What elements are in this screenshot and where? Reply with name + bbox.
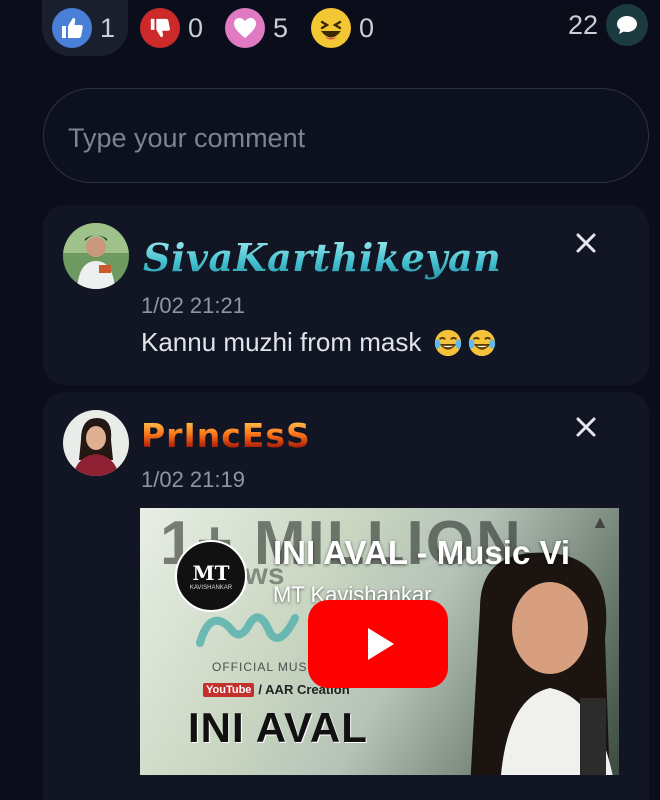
play-button[interactable]	[308, 600, 448, 688]
comment-input-box[interactable]	[43, 88, 649, 183]
comment-username[interactable]: SivaKarthikeyan	[143, 235, 501, 280]
comment-timestamp: 1/02 21:21	[141, 293, 245, 318]
thumbs-up-icon	[52, 8, 92, 48]
corner-logo: ▲	[591, 512, 609, 532]
laughing-crying-emoji-icon	[469, 329, 496, 356]
comment-body: Kannu muzhi from mask	[141, 327, 497, 358]
laughing-crying-emoji-icon	[435, 329, 462, 356]
comments-count-value: 22	[567, 9, 598, 40]
laughing-face-icon	[311, 8, 351, 48]
thumbnail-big-title: INI AVAL	[188, 704, 368, 751]
comments-panel: 1 0 5 0 22 Type your comment SivaKarthik…	[0, 0, 660, 800]
dislike-count: 0	[188, 12, 204, 43]
close-icon[interactable]	[573, 230, 599, 256]
love-count: 5	[273, 12, 289, 43]
comment-card: PrIncEsS 1/02 21:19 1+ MILLION Views OFF…	[43, 392, 649, 800]
video-title[interactable]: INI AVAL - Music Vi	[273, 534, 570, 572]
laugh-count: 0	[359, 12, 375, 43]
comment-username[interactable]: PrIncEsS	[141, 416, 311, 455]
channel-logo-text: MT	[192, 561, 230, 585]
avatar[interactable]	[63, 410, 129, 476]
comment-timestamp: 1/02 21:19	[141, 467, 245, 492]
video-embed[interactable]: 1+ MILLION Views OFFICIAL MUSIC V YouTub…	[140, 508, 619, 775]
love-reaction[interactable]: 5	[225, 0, 288, 56]
channel-logo-subtext: KAVISHANKAR	[189, 585, 233, 591]
like-count: 1	[100, 12, 116, 43]
comment-card: SivaKarthikeyan 1/02 21:21 Kannu muzhi f…	[43, 205, 649, 385]
avatar[interactable]	[63, 223, 129, 289]
thumbnail-figure	[470, 552, 613, 775]
thumbs-down-icon	[140, 8, 180, 48]
close-icon[interactable]	[573, 414, 599, 440]
comment-input[interactable]	[66, 117, 610, 159]
speech-bubble-icon	[606, 4, 648, 46]
comments-count[interactable]: 22	[568, 4, 648, 46]
channel-logo[interactable]: MT KAVISHANKAR	[175, 540, 247, 612]
reactions-bar: 1 0 5 0 22	[0, 0, 660, 60]
dislike-reaction[interactable]: 0	[140, 0, 203, 56]
youtube-badge: YouTube	[203, 682, 255, 697]
laugh-reaction[interactable]: 0	[311, 0, 374, 56]
like-reaction[interactable]: 1	[42, 0, 128, 56]
play-icon	[368, 628, 394, 660]
heart-icon	[225, 8, 265, 48]
comment-text: Kannu muzhi from mask	[141, 327, 422, 357]
